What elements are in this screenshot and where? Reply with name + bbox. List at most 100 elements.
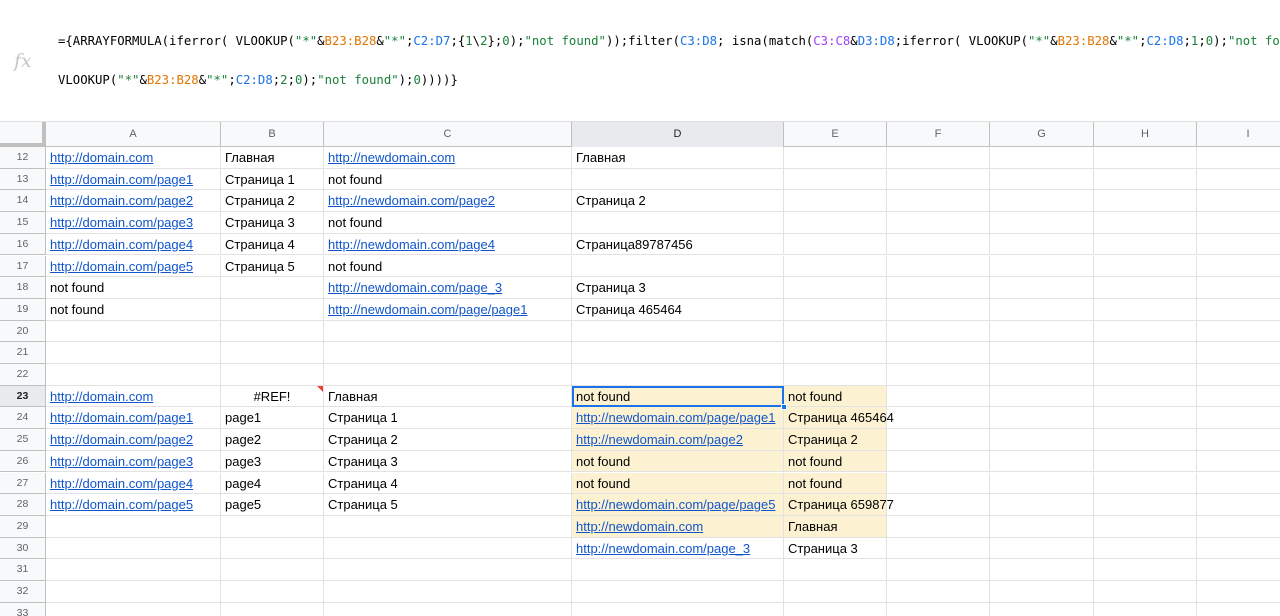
cell-b21[interactable] xyxy=(221,342,324,364)
row-header[interactable]: 19 xyxy=(0,298,46,321)
cell-e19[interactable] xyxy=(784,298,887,321)
cell-f29[interactable] xyxy=(887,515,990,538)
cell-g20[interactable] xyxy=(990,320,1094,343)
cell-f14[interactable] xyxy=(887,190,990,213)
cell-h29[interactable] xyxy=(1094,515,1197,538)
cell-a23[interactable]: http://domain.com xyxy=(46,385,221,408)
column-header-e[interactable]: E xyxy=(784,122,887,147)
cell-g13[interactable] xyxy=(990,168,1094,191)
cell-i31[interactable] xyxy=(1197,559,1280,581)
cell-i25[interactable] xyxy=(1197,429,1280,451)
cell-e18[interactable] xyxy=(784,277,887,299)
cell-d32[interactable] xyxy=(572,581,784,603)
cell-e27[interactable]: not found xyxy=(784,472,887,495)
cell-b28[interactable]: page5 xyxy=(221,494,324,516)
cell-c19[interactable]: http://newdomain.com/page/page1 xyxy=(324,298,572,321)
row-header[interactable]: 16 xyxy=(0,233,46,256)
cell-d25[interactable]: http://newdomain.com/page2 xyxy=(572,429,784,451)
cell-h21[interactable] xyxy=(1094,342,1197,364)
cell-e17[interactable] xyxy=(784,255,887,278)
cell-h20[interactable] xyxy=(1094,320,1197,343)
row-header[interactable]: 13 xyxy=(0,168,46,191)
row-header[interactable]: 15 xyxy=(0,212,46,234)
cell-f30[interactable] xyxy=(887,537,990,560)
cell-a22[interactable] xyxy=(46,364,221,386)
cell-e26[interactable]: not found xyxy=(784,450,887,473)
cell-a13[interactable]: http://domain.com/page1 xyxy=(46,168,221,191)
cell-b30[interactable] xyxy=(221,537,324,560)
cell-g12[interactable] xyxy=(990,147,1094,169)
cell-a16[interactable]: http://domain.com/page4 xyxy=(46,233,221,256)
cell-i18[interactable] xyxy=(1197,277,1280,299)
cell-a18[interactable]: not found xyxy=(46,277,221,299)
cell-e31[interactable] xyxy=(784,559,887,581)
cell-e13[interactable] xyxy=(784,168,887,191)
column-header-i[interactable]: I xyxy=(1197,122,1280,147)
column-header-b[interactable]: B xyxy=(221,122,324,147)
cell-d28[interactable]: http://newdomain.com/page/page5 xyxy=(572,494,784,516)
cell-f12[interactable] xyxy=(887,147,990,169)
row-header[interactable]: 24 xyxy=(0,407,46,430)
cell-a33[interactable] xyxy=(46,602,221,616)
cell-b18[interactable] xyxy=(221,277,324,299)
row-header[interactable]: 26 xyxy=(0,450,46,473)
cell-c22[interactable] xyxy=(324,364,572,386)
cell-d26[interactable]: not found xyxy=(572,450,784,473)
cell-a24[interactable]: http://domain.com/page1 xyxy=(46,407,221,430)
cell-b13[interactable]: Страница 1 xyxy=(221,168,324,191)
cell-a32[interactable] xyxy=(46,581,221,603)
cell-c16[interactable]: http://newdomain.com/page4 xyxy=(324,233,572,256)
cell-c17[interactable]: not found xyxy=(324,255,572,278)
cell-a26[interactable]: http://domain.com/page3 xyxy=(46,450,221,473)
cell-f16[interactable] xyxy=(887,233,990,256)
cell-c20[interactable] xyxy=(324,320,572,343)
cell-g30[interactable] xyxy=(990,537,1094,560)
cell-g32[interactable] xyxy=(990,581,1094,603)
cell-h22[interactable] xyxy=(1094,364,1197,386)
cell-b22[interactable] xyxy=(221,364,324,386)
cell-f25[interactable] xyxy=(887,429,990,451)
cell-h25[interactable] xyxy=(1094,429,1197,451)
cell-h28[interactable] xyxy=(1094,494,1197,516)
cell-b20[interactable] xyxy=(221,320,324,343)
row-header[interactable]: 20 xyxy=(0,320,46,343)
cell-g21[interactable] xyxy=(990,342,1094,364)
cell-i17[interactable] xyxy=(1197,256,1280,278)
row-header[interactable]: 23 xyxy=(0,385,46,408)
cell-i27[interactable] xyxy=(1197,473,1280,495)
cell-c21[interactable] xyxy=(324,342,572,364)
cell-h32[interactable] xyxy=(1094,581,1197,603)
cell-d17[interactable] xyxy=(572,255,784,278)
cell-b17[interactable]: Страница 5 xyxy=(221,255,324,278)
cell-e24[interactable]: Страница 465464 xyxy=(784,407,894,430)
column-header-g[interactable]: G xyxy=(990,122,1094,147)
row-header[interactable]: 33 xyxy=(0,602,46,616)
cell-i20[interactable] xyxy=(1197,321,1280,343)
fill-handle[interactable] xyxy=(781,404,787,411)
cell-c28[interactable]: Страница 5 xyxy=(324,494,572,516)
cell-f26[interactable] xyxy=(887,450,990,473)
row-header[interactable]: 32 xyxy=(0,581,46,603)
cell-i24[interactable] xyxy=(1197,407,1280,430)
cell-i22[interactable] xyxy=(1197,364,1280,386)
cell-f13[interactable] xyxy=(887,168,990,191)
cell-b31[interactable] xyxy=(221,559,324,581)
cell-d12[interactable]: Главная xyxy=(572,147,784,169)
row-header[interactable]: 25 xyxy=(0,429,46,451)
cell-e33[interactable] xyxy=(784,602,887,616)
cell-d30[interactable]: http://newdomain.com/page_3 xyxy=(572,537,784,560)
column-header-d[interactable]: D xyxy=(572,122,784,147)
row-header[interactable]: 12 xyxy=(0,147,46,169)
cell-d16[interactable]: Страница89787456 xyxy=(572,233,784,256)
row-header[interactable]: 18 xyxy=(0,277,46,299)
cell-b32[interactable] xyxy=(221,581,324,603)
cell-f27[interactable] xyxy=(887,472,990,495)
cell-h13[interactable] xyxy=(1094,168,1197,191)
cell-d31[interactable] xyxy=(572,559,784,581)
cell-d22[interactable] xyxy=(572,364,784,386)
cell-c26[interactable]: Страница 3 xyxy=(324,450,572,473)
cell-i14[interactable] xyxy=(1197,190,1280,213)
select-all-corner[interactable] xyxy=(0,122,46,147)
cell-a28[interactable]: http://domain.com/page5 xyxy=(46,494,221,516)
cell-h12[interactable] xyxy=(1094,147,1197,169)
